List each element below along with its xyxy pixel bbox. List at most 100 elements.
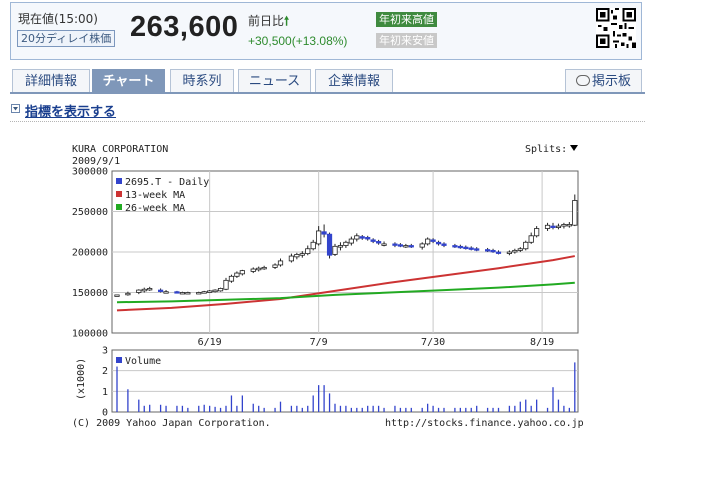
candle-body	[250, 268, 256, 272]
candle-body	[348, 238, 354, 244]
candle-body	[288, 255, 295, 262]
candle-body	[141, 288, 147, 292]
candle-body	[495, 251, 502, 254]
legend-label: 2695.T - Daily	[125, 177, 209, 188]
price-y-axis: 300000 250000 200000 150000 100000	[72, 167, 108, 340]
candle-body	[534, 228, 540, 237]
candle-body	[261, 266, 267, 270]
candle-body	[419, 243, 425, 248]
candle-body	[561, 224, 567, 227]
candle-body	[425, 238, 431, 245]
candle-body	[430, 239, 436, 242]
legend-swatch	[116, 204, 122, 210]
volume-plot-area	[111, 349, 579, 413]
price-y-tick-label: 250000	[72, 207, 108, 218]
candle-body	[332, 245, 338, 255]
candle-body	[397, 244, 404, 247]
candle-body	[114, 294, 120, 297]
candle-body	[512, 249, 518, 253]
candle-body	[212, 289, 218, 293]
candle-body	[490, 249, 496, 253]
candle-body	[217, 288, 224, 292]
candle-body	[256, 267, 262, 271]
candle-body	[157, 289, 164, 292]
price-y-tick-label: 100000	[72, 329, 108, 340]
candle-body	[359, 236, 365, 239]
candle-body	[566, 224, 572, 227]
candle-body	[441, 243, 447, 246]
price-y-tick-label: 150000	[72, 288, 108, 299]
candle-body	[228, 275, 235, 282]
candle-body	[234, 272, 240, 277]
candle-body	[207, 290, 213, 293]
source-url: http://stocks.finance.yahoo.co.jp	[385, 418, 584, 429]
candle-body	[474, 248, 480, 251]
volume-legend-label: Volume	[125, 356, 161, 367]
candle-body	[523, 241, 529, 250]
candle-body	[354, 235, 360, 240]
candle-body	[277, 260, 284, 266]
candle-body	[239, 270, 245, 275]
candle-body	[223, 279, 229, 290]
candle-body	[196, 292, 202, 295]
candle-body	[572, 200, 578, 226]
volume-y-axis: 3 2 1 0	[102, 346, 108, 419]
candle-body	[375, 241, 382, 244]
candle-body	[201, 291, 207, 294]
volume-y-tick-label: 0	[102, 408, 108, 419]
candle-body	[435, 241, 442, 245]
candle-body	[316, 230, 322, 245]
copyright-text: (C) 2009 Yahoo Japan Corporation.	[72, 418, 271, 429]
chart-date: 2009/9/1	[72, 156, 120, 167]
candle-body	[310, 241, 316, 250]
candle-body	[147, 288, 153, 291]
candle-body	[294, 254, 300, 258]
legend-swatch	[116, 178, 122, 184]
candle-body	[544, 224, 551, 229]
candle-body	[517, 248, 523, 251]
volume-legend-swatch	[116, 357, 122, 363]
candle-body	[179, 292, 185, 295]
chart-company-name: KURA CORPORATION	[72, 144, 168, 155]
splits-dropdown-icon[interactable]	[570, 145, 578, 151]
candle-body	[305, 248, 311, 255]
candle-body	[528, 235, 534, 243]
price-x-tick-label: 6/19	[198, 337, 222, 348]
candle-body	[403, 245, 409, 248]
candle-body	[484, 249, 491, 252]
candle-body	[326, 233, 333, 256]
price-y-tick-label: 300000	[72, 167, 108, 178]
candle-body	[337, 245, 344, 248]
splits-label[interactable]: Splits:	[525, 144, 567, 155]
legend-label: 26-week MA	[125, 203, 185, 214]
price-x-tick-label: 7/9	[310, 337, 328, 348]
candle-body	[506, 251, 513, 254]
candle-body	[463, 246, 469, 250]
candle-body	[370, 239, 376, 242]
candle-body	[365, 237, 371, 240]
volume-y-tick-label: 1	[102, 387, 108, 398]
legend-label: 13-week MA	[125, 190, 185, 201]
candle-body	[550, 225, 556, 228]
candle-body	[299, 253, 305, 256]
candle-body	[381, 243, 387, 246]
candle-body	[457, 245, 463, 249]
candle-body	[343, 241, 349, 246]
candle-body	[163, 291, 169, 294]
price-x-tick-label: 8/19	[530, 337, 554, 348]
candle-body	[468, 247, 474, 250]
candle-body	[452, 245, 458, 248]
candle-body	[125, 292, 131, 296]
candle-body	[408, 245, 414, 248]
candle-body	[392, 243, 398, 246]
candle-body	[174, 291, 180, 294]
volume-y-tick-label: 3	[102, 346, 108, 357]
legend-swatch	[116, 191, 122, 197]
stock-chart: KURA CORPORATION 2009/9/1 Splits: 300000…	[72, 144, 584, 429]
price-x-axis: 6/19 7/9 7/30 8/19	[198, 337, 555, 348]
price-y-tick-label: 200000	[72, 248, 108, 259]
price-x-tick-label: 7/30	[421, 337, 445, 348]
volume-y-axis-label: (x1000)	[76, 358, 87, 400]
volume-y-tick-label: 2	[102, 366, 108, 377]
candle-body	[321, 231, 327, 235]
